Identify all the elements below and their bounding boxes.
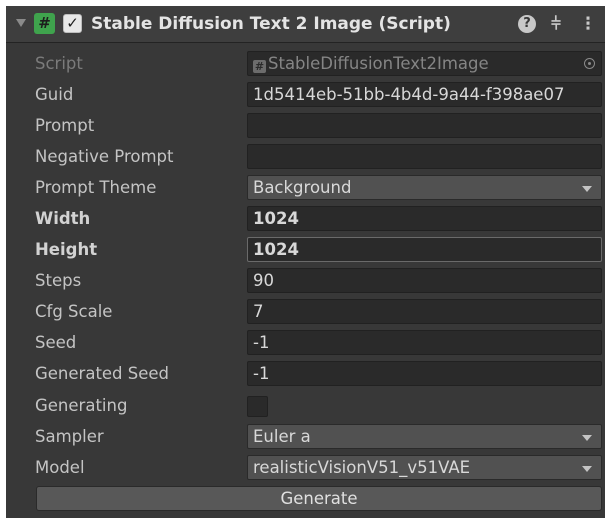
object-picker-icon (584, 58, 595, 69)
enable-component-checkbox[interactable]: ✓ (63, 14, 82, 33)
cfg-scale-label[interactable]: Cfg Scale (35, 301, 112, 323)
guid-field[interactable]: 1d5414eb-51bb-4b4d-9a44-f398ae07 (247, 82, 602, 107)
cfg-scale-field[interactable]: 7 (247, 299, 602, 324)
sampler-dropdown[interactable]: Euler a (247, 424, 602, 449)
component-header[interactable]: # ✓ Stable Diffusion Text 2 Image (Scrip… (6, 6, 605, 43)
script-icon: # (34, 13, 55, 34)
row-negative-prompt: Negative Prompt (6, 142, 605, 173)
generate-button[interactable]: Generate (36, 486, 602, 511)
presets-icon[interactable]: ⫩ (545, 13, 567, 35)
row-generating: Generating (6, 391, 605, 422)
negative-prompt-label: Negative Prompt (35, 147, 174, 166)
model-dropdown[interactable]: realisticVisionV51_v51VAE (247, 455, 602, 480)
row-seed: Seed -1 (6, 328, 605, 359)
negative-prompt-field[interactable] (247, 144, 602, 169)
generated-seed-field[interactable]: -1 (247, 361, 602, 386)
steps-field[interactable]: 90 (247, 268, 602, 293)
guid-label: Guid (35, 85, 74, 104)
prompt-theme-label: Prompt Theme (35, 178, 157, 197)
script-file-icon: # (253, 60, 266, 73)
script-value: StableDiffusionText2Image (268, 54, 489, 73)
sampler-label: Sampler (35, 427, 104, 446)
row-height: Height 1024 (6, 235, 605, 266)
row-model: Model realisticVisionV51_v51VAE (6, 453, 605, 484)
row-prompt-theme: Prompt Theme Background (6, 173, 605, 204)
prompt-field[interactable] (247, 113, 602, 138)
height-label[interactable]: Height (35, 239, 97, 261)
width-field[interactable]: 1024 (247, 206, 602, 231)
chevron-down-icon (582, 186, 592, 192)
model-value: realisticVisionV51_v51VAE (253, 458, 471, 477)
row-prompt: Prompt (6, 111, 605, 142)
script-object-field: # StableDiffusionText2Image (247, 51, 602, 76)
row-script: Script # StableDiffusionText2Image (6, 49, 605, 80)
prompt-label: Prompt (35, 116, 95, 135)
generating-checkbox[interactable] (247, 396, 268, 417)
row-guid: Guid 1d5414eb-51bb-4b4d-9a44-f398ae07 (6, 80, 605, 111)
chevron-down-icon (582, 466, 592, 472)
seed-field[interactable]: -1 (247, 330, 602, 355)
row-generated-seed: Generated Seed -1 (6, 359, 605, 390)
help-icon[interactable]: ? (518, 15, 536, 33)
sampler-value: Euler a (253, 427, 311, 446)
foldout-arrow-icon[interactable] (16, 19, 26, 27)
kebab-menu-icon[interactable]: ⋮ (577, 13, 599, 35)
seed-label[interactable]: Seed (35, 332, 76, 354)
prompt-theme-value: Background (253, 178, 352, 197)
height-field[interactable]: 1024 (247, 237, 602, 262)
row-cfg-scale: Cfg Scale 7 (6, 297, 605, 328)
component-title: Stable Diffusion Text 2 Image (Script) (91, 14, 451, 34)
generating-label: Generating (35, 396, 128, 415)
generated-seed-label[interactable]: Generated Seed (35, 363, 169, 385)
row-width: Width 1024 (6, 204, 605, 235)
steps-label[interactable]: Steps (35, 270, 81, 292)
script-label: Script (35, 54, 83, 73)
inspector-panel: # ✓ Stable Diffusion Text 2 Image (Scrip… (6, 6, 605, 518)
row-sampler: Sampler Euler a (6, 422, 605, 453)
prompt-theme-dropdown[interactable]: Background (247, 175, 602, 200)
model-label: Model (35, 458, 85, 477)
row-steps: Steps 90 (6, 266, 605, 297)
chevron-down-icon (582, 435, 592, 441)
width-label[interactable]: Width (35, 208, 90, 230)
